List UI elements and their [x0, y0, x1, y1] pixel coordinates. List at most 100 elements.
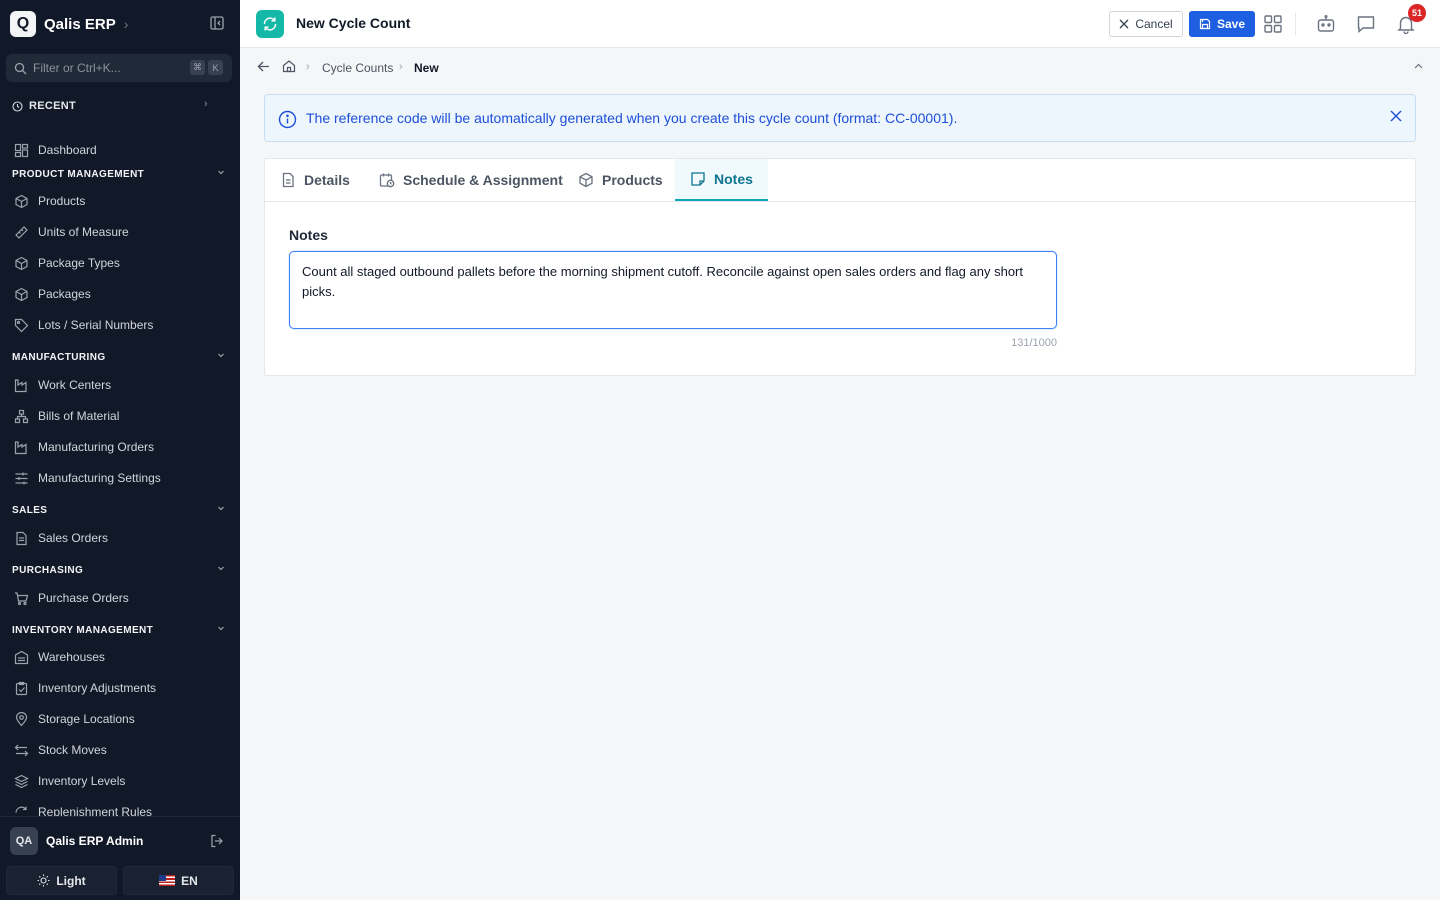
sidebar-item-dashboard[interactable]: Dashboard	[14, 140, 224, 160]
section-title: SALES	[12, 504, 48, 516]
sidebar-collapse-icon[interactable]	[210, 16, 224, 30]
chevron-down-icon	[218, 566, 224, 571]
sidebar-item-inventory-levels[interactable]: Inventory Levels	[14, 771, 224, 791]
sidebar-item-packages[interactable]: Packages	[14, 284, 224, 304]
cycle-count-icon	[256, 10, 284, 38]
brand[interactable]: Q Qalis ERP ›	[10, 10, 128, 38]
tab-details[interactable]: Details	[280, 159, 350, 201]
clipboard-check-icon	[15, 681, 28, 695]
section-manufacturing[interactable]: MANUFACTURING	[12, 350, 228, 364]
warehouse-icon	[14, 650, 29, 664]
breadcrumb-separator: ›	[306, 61, 310, 73]
info-icon	[278, 110, 297, 129]
bot-icon[interactable]	[1316, 14, 1336, 34]
sidebar-item-label: Work Centers	[38, 378, 112, 392]
sidebar-item-label: Sales Orders	[38, 531, 109, 545]
sidebar-item-label: Stock Moves	[38, 743, 107, 757]
sidebar-item-work-centers[interactable]: Work Centers	[14, 375, 224, 395]
chevron-up-icon[interactable]	[1413, 61, 1424, 72]
sidebar-item-label: Units of Measure	[38, 225, 129, 239]
chevron-down-icon	[218, 506, 224, 511]
sidebar-item-sales-orders[interactable]: Sales Orders	[14, 528, 224, 548]
section-inventory-management[interactable]: INVENTORY MANAGEMENT	[12, 623, 228, 637]
close-icon[interactable]	[1389, 109, 1403, 123]
user-menu[interactable]: QA Qalis ERP Admin	[10, 827, 230, 855]
logout-icon[interactable]	[210, 834, 224, 848]
chevron-down-icon	[218, 626, 224, 631]
save-label: Save	[1216, 17, 1246, 31]
recent-toggle[interactable]: RECENT ›	[12, 98, 212, 114]
document-icon	[16, 531, 27, 545]
home-icon[interactable]	[282, 59, 296, 73]
sidebar-item-stock-moves[interactable]: Stock Moves	[14, 740, 224, 760]
sidebar-item-products[interactable]: Products	[14, 191, 224, 211]
sidebar-item-lots-serial-numbers[interactable]: Lots / Serial Numbers	[14, 315, 224, 335]
map-pin-icon	[15, 711, 28, 726]
notification-badge: 51	[1408, 4, 1426, 22]
filter-input[interactable]	[33, 61, 173, 75]
shortcut-key-cmd: ⌘	[190, 60, 205, 75]
sidebar-item-label: Bills of Material	[38, 409, 120, 423]
info-banner: The reference code will be automatically…	[264, 94, 1416, 142]
chat-icon[interactable]	[1356, 14, 1376, 34]
clock-icon	[12, 100, 23, 112]
section-purchasing[interactable]: PURCHASING	[12, 563, 228, 577]
sidebar-item-manufacturing-orders[interactable]: Manufacturing Orders	[14, 437, 224, 457]
apps-grid-icon[interactable]	[1263, 14, 1283, 34]
close-icon	[1119, 19, 1129, 29]
cart-icon	[15, 591, 29, 605]
box-icon	[15, 287, 28, 301]
notes-label: Notes	[289, 227, 328, 243]
character-counter: 131/1000	[1011, 337, 1057, 349]
tab-label: Schedule & Assignment	[403, 172, 563, 188]
back-arrow-icon[interactable]	[257, 60, 270, 73]
sidebar-item-warehouses[interactable]: Warehouses	[14, 647, 224, 667]
chevron-down-icon	[218, 353, 224, 358]
breadcrumb-separator: ›	[399, 61, 403, 73]
section-product-management[interactable]: PRODUCT MANAGEMENT	[12, 167, 228, 181]
sidebar-item-storage-locations[interactable]: Storage Locations	[14, 709, 224, 729]
theme-label: Light	[56, 873, 86, 888]
theme-toggle-button[interactable]: Light	[6, 866, 117, 895]
layers-icon	[14, 774, 29, 788]
sidebar-item-package-types[interactable]: Package Types	[14, 253, 224, 273]
user-name: Qalis ERP Admin	[46, 834, 144, 848]
sidebar-item-label: Inventory Adjustments	[38, 681, 157, 695]
language-button[interactable]: EN	[123, 866, 234, 895]
sidebar-item-label: Storage Locations	[38, 712, 135, 726]
box-icon	[579, 172, 593, 188]
sidebar-item-inventory-adjustments[interactable]: Inventory Adjustments	[14, 678, 224, 698]
factory-icon	[14, 440, 27, 454]
breadcrumb-cycle-counts[interactable]: Cycle Counts	[322, 61, 393, 75]
cancel-button[interactable]: Cancel	[1109, 11, 1183, 37]
sidebar-item-label: Package Types	[38, 256, 120, 270]
tab-bar: Details Schedule & Assignment Products N…	[265, 159, 1415, 202]
calendar-clock-icon	[379, 173, 395, 188]
save-button[interactable]: Save	[1189, 11, 1255, 37]
tab-notes[interactable]: Notes	[675, 159, 768, 201]
arrows-left-right-icon	[14, 744, 29, 756]
breadcrumb: › Cycle Counts › New	[240, 48, 1440, 86]
sidebar-item-units-of-measure[interactable]: Units of Measure	[14, 222, 224, 242]
sticky-note-icon	[691, 172, 705, 186]
us-flag-icon	[159, 875, 176, 886]
form-card: Details Schedule & Assignment Products N…	[264, 158, 1416, 376]
tab-label: Details	[304, 172, 350, 188]
tab-schedule-assignment[interactable]: Schedule & Assignment	[379, 159, 563, 201]
sun-icon	[37, 874, 50, 887]
tab-products[interactable]: Products	[578, 159, 663, 201]
save-icon	[1199, 18, 1211, 30]
chevron-right-icon: ›	[204, 98, 208, 110]
sidebar-item-label: Manufacturing Settings	[38, 471, 161, 485]
sidebar-item-purchase-orders[interactable]: Purchase Orders	[14, 588, 224, 608]
sidebar-filter[interactable]: ⌘ K	[6, 54, 232, 82]
sidebar-item-manufacturing-settings[interactable]: Manufacturing Settings	[14, 468, 224, 488]
sidebar-item-label: Packages	[38, 287, 91, 301]
sidebar-item-bills-of-material[interactable]: Bills of Material	[14, 406, 224, 426]
notes-textarea[interactable]: Count all staged outbound pallets before…	[289, 251, 1057, 329]
language-label: EN	[181, 873, 198, 888]
section-sales[interactable]: SALES	[12, 503, 228, 517]
avatar: QA	[10, 827, 38, 855]
factory-icon	[14, 378, 27, 392]
document-icon	[282, 172, 294, 188]
